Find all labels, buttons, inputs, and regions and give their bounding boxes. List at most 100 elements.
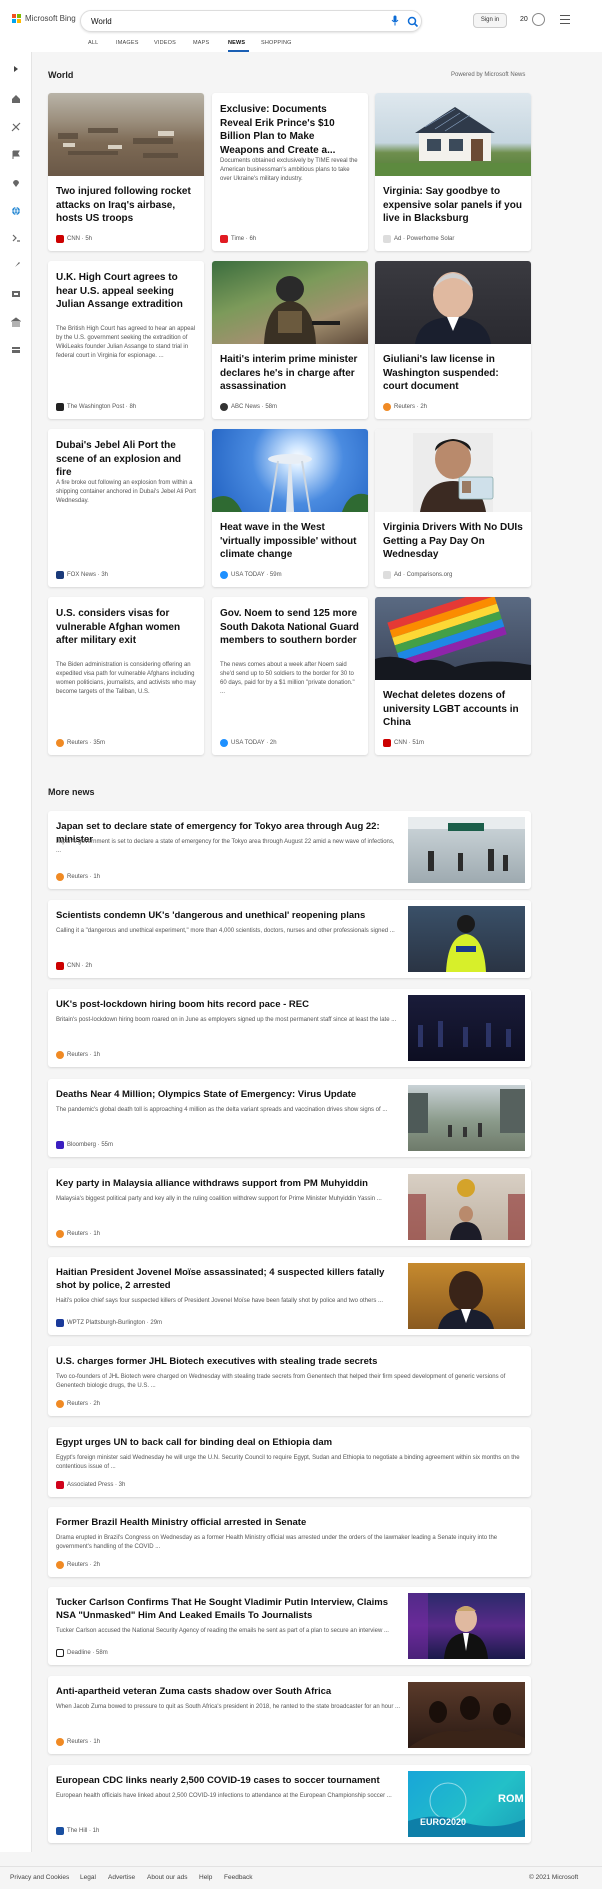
row-source: Reuters · 1h xyxy=(56,1051,100,1059)
tab-news[interactable]: NEWS xyxy=(228,40,249,52)
source-label: WPTZ Plattsburgh-Burlington · 29m xyxy=(67,1320,163,1326)
more-news-row[interactable]: Anti-apartheid veteran Zuma casts shadow… xyxy=(48,1676,531,1754)
tab-videos[interactable]: VIDEOS xyxy=(154,40,193,52)
more-news-row[interactable]: Japan set to declare state of emergency … xyxy=(48,811,531,889)
row-title[interactable]: Deaths Near 4 Million; Olympics State of… xyxy=(56,1088,406,1101)
row-title[interactable]: Egypt urges UN to back call for binding … xyxy=(56,1436,516,1449)
tab-images[interactable]: IMAGES xyxy=(116,40,154,52)
pin-icon[interactable] xyxy=(10,177,22,189)
money-icon[interactable] xyxy=(10,232,22,244)
footer-link-about-ads[interactable]: About our ads xyxy=(147,1874,187,1881)
row-summary: Tucker Carlson accused the National Secu… xyxy=(56,1628,389,1634)
reuters-logo-icon xyxy=(56,1738,64,1746)
more-news-row[interactable]: European CDC links nearly 2,500 COVID-19… xyxy=(48,1765,531,1843)
card-title[interactable]: Giuliani's law license in Washington sus… xyxy=(383,353,523,394)
sign-in-button[interactable]: Sign in xyxy=(473,13,507,28)
reuters-logo-icon xyxy=(56,1051,64,1059)
news-card[interactable]: Wechat deletes dozens of university LGBT… xyxy=(375,597,531,755)
more-news-row[interactable]: U.S. charges former JHL Biotech executiv… xyxy=(48,1346,531,1416)
section-title-more-news: More news xyxy=(48,787,95,797)
card-title[interactable]: Virginia: Say goodbye to expensive solar… xyxy=(383,185,523,226)
building-icon[interactable] xyxy=(10,316,22,328)
bing-logo[interactable]: Microsoft Bing xyxy=(12,14,76,23)
news-card[interactable]: Exclusive: Documents Reveal Erik Prince'… xyxy=(212,93,368,251)
row-image xyxy=(408,1593,525,1659)
tab-all[interactable]: ALL xyxy=(88,40,116,52)
card-title[interactable]: U.K. High Court agrees to hear U.S. appe… xyxy=(56,271,196,312)
chevron-right-icon[interactable] xyxy=(10,63,22,75)
more-news-row[interactable]: Key party in Malaysia alliance withdraws… xyxy=(48,1168,531,1246)
home-icon[interactable] xyxy=(10,93,22,105)
ad-card[interactable]: Virginia: Say goodbye to expensive solar… xyxy=(375,93,531,251)
row-title[interactable]: Tucker Carlson Confirms That He Sought V… xyxy=(56,1596,406,1622)
card-title[interactable]: Dubai's Jebel Ali Port the scene of an e… xyxy=(56,439,196,480)
footer-link-legal[interactable]: Legal xyxy=(80,1874,96,1881)
row-source: Deadline · 58m xyxy=(56,1649,108,1657)
card-image xyxy=(212,429,368,513)
more-news-row[interactable]: Egypt urges UN to back call for binding … xyxy=(48,1427,531,1497)
row-source: Reuters · 1h xyxy=(56,1230,100,1238)
row-title[interactable]: Haitian President Jovenel Moïse assassin… xyxy=(56,1266,406,1292)
news-card[interactable]: Dubai's Jebel Ali Port the scene of an e… xyxy=(48,429,204,587)
search-input[interactable] xyxy=(91,15,371,28)
more-news-row[interactable]: Former Brazil Health Ministry official a… xyxy=(48,1507,531,1577)
card-title[interactable]: Heat wave in the West 'virtually impossi… xyxy=(220,521,360,562)
card-title[interactable]: Two injured following rocket attacks on … xyxy=(56,185,196,226)
card-title[interactable]: Wechat deletes dozens of university LGBT… xyxy=(383,689,523,730)
globe-icon[interactable] xyxy=(10,205,22,217)
card-title[interactable]: U.S. considers visas for vulnerable Afgh… xyxy=(56,607,196,648)
more-news-row[interactable]: Deaths Near 4 Million; Olympics State of… xyxy=(48,1079,531,1157)
row-title[interactable]: UK's post-lockdown hiring boom hits reco… xyxy=(56,998,406,1011)
washington-post-logo-icon xyxy=(56,403,64,411)
row-title[interactable]: European CDC links nearly 2,500 COVID-19… xyxy=(56,1774,406,1787)
source-label: Reuters · 2h xyxy=(67,1401,101,1407)
footer-link-help[interactable]: Help xyxy=(199,1874,212,1881)
row-title[interactable]: Anti-apartheid veteran Zuma casts shadow… xyxy=(56,1685,406,1698)
tab-shopping[interactable]: SHOPPING xyxy=(261,40,301,52)
row-title[interactable]: Scientists condemn UK's 'dangerous and u… xyxy=(56,909,406,922)
news-card[interactable]: Heat wave in the West 'virtually impossi… xyxy=(212,429,368,587)
card-title[interactable]: Haiti's interim prime minister declares … xyxy=(220,353,360,394)
news-card[interactable]: Giuliani's law license in Washington sus… xyxy=(375,261,531,419)
rewards-points[interactable]: 20 xyxy=(520,16,528,23)
news-card[interactable]: Haiti's interim prime minister declares … xyxy=(212,261,368,419)
card-icon[interactable] xyxy=(10,344,22,356)
deadline-logo-icon xyxy=(56,1649,64,1657)
card-title[interactable]: Virginia Drivers With No DUIs Getting a … xyxy=(383,521,523,562)
more-news-row[interactable]: UK's post-lockdown hiring boom hits reco… xyxy=(48,989,531,1067)
row-image xyxy=(408,1174,525,1240)
news-card[interactable]: U.K. High Court agrees to hear U.S. appe… xyxy=(48,261,204,419)
card-source: Reuters · 35m xyxy=(56,739,105,747)
reuters-logo-icon xyxy=(56,873,64,881)
footer-link-feedback[interactable]: Feedback xyxy=(224,1874,253,1881)
rocket-icon[interactable] xyxy=(10,260,22,272)
more-news-row[interactable]: Tucker Carlson Confirms That He Sought V… xyxy=(48,1587,531,1665)
card-title[interactable]: Gov. Noem to send 125 more South Dakota … xyxy=(220,607,360,648)
microphone-icon[interactable] xyxy=(388,15,402,29)
card-summary: Documents obtained exclusively by TIME r… xyxy=(220,158,358,182)
search-icon[interactable] xyxy=(406,15,420,29)
more-news-row[interactable]: Scientists condemn UK's 'dangerous and u… xyxy=(48,900,531,978)
news-card[interactable]: Two injured following rocket attacks on … xyxy=(48,93,204,251)
reuters-logo-icon xyxy=(383,403,391,411)
menu-icon[interactable] xyxy=(560,15,570,27)
flag-icon[interactable] xyxy=(10,149,22,161)
row-title[interactable]: U.S. charges former JHL Biotech executiv… xyxy=(56,1355,516,1368)
rewards-medal-icon[interactable] xyxy=(532,13,545,26)
card-source: FOX News · 3h xyxy=(56,571,108,579)
footer: Privacy and Cookies Legal Advertise Abou… xyxy=(0,1866,602,1889)
news-card[interactable]: U.S. considers visas for vulnerable Afgh… xyxy=(48,597,204,755)
card-title[interactable]: Exclusive: Documents Reveal Erik Prince'… xyxy=(220,103,360,157)
more-news-row[interactable]: Haitian President Jovenel Moïse assassin… xyxy=(48,1257,531,1335)
ad-card[interactable]: Virginia Drivers With No DUIs Getting a … xyxy=(375,429,531,587)
footer-link-privacy[interactable]: Privacy and Cookies xyxy=(10,1874,69,1881)
powered-by-text: Powered by Microsoft News xyxy=(451,72,526,78)
sports-icon[interactable] xyxy=(10,121,22,133)
film-icon[interactable] xyxy=(10,288,22,300)
usa-today-logo-icon xyxy=(220,571,228,579)
footer-link-advertise[interactable]: Advertise xyxy=(108,1874,135,1881)
news-card[interactable]: Gov. Noem to send 125 more South Dakota … xyxy=(212,597,368,755)
row-title[interactable]: Key party in Malaysia alliance withdraws… xyxy=(56,1177,406,1190)
tab-maps[interactable]: MAPS xyxy=(193,40,228,52)
row-title[interactable]: Former Brazil Health Ministry official a… xyxy=(56,1516,516,1529)
